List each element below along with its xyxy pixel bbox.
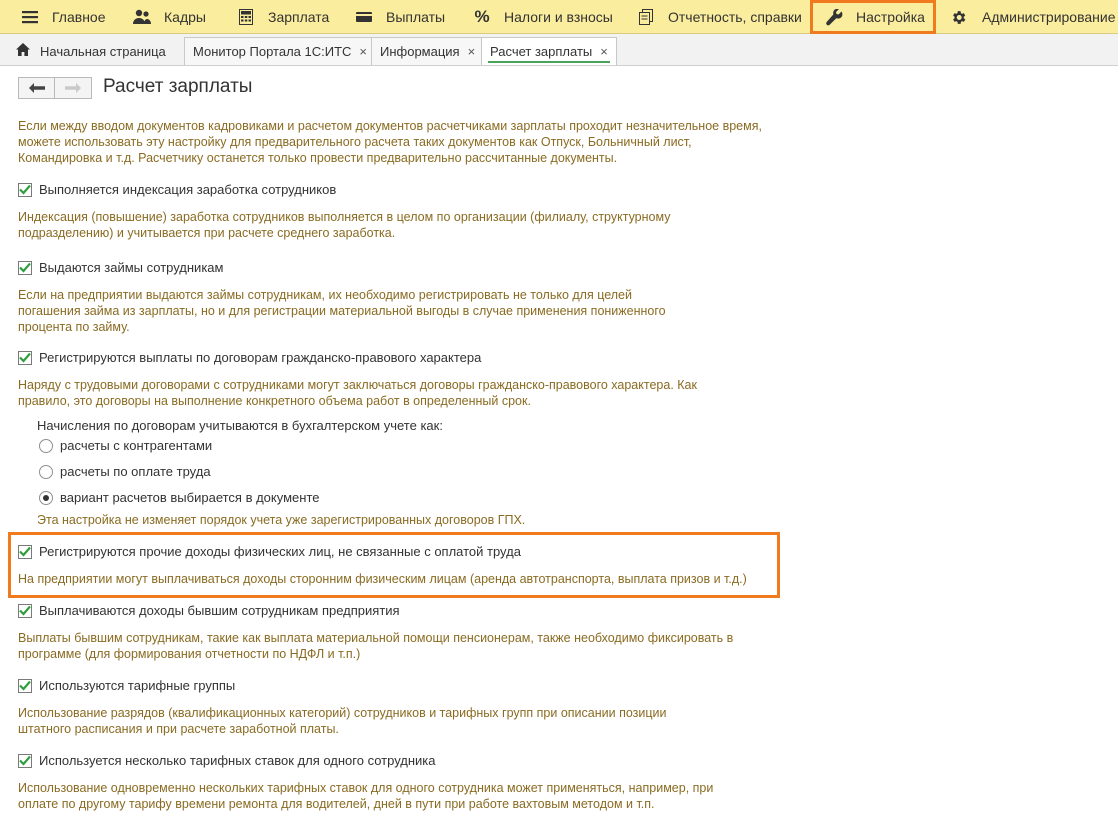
setting-description: Использование разрядов (квалификационных… [18,706,667,736]
checkbox[interactable] [18,603,32,618]
radio-label: расчеты по оплате труда [60,464,211,479]
checkbox[interactable] [18,182,32,197]
arrow-left-icon [28,81,45,96]
setting-label: Регистрируются прочие доходы физических … [39,544,521,559]
radio-label: вариант расчетов выбирается в документе [60,490,320,505]
setting-label: Выполняется индексация заработка сотрудн… [39,182,337,197]
forward-button[interactable] [55,77,92,99]
gph-accounting-label: Начисления по договорам учитываются в бу… [37,418,443,433]
tab-label: Монитор Портала 1С:ИТС [193,44,352,59]
radio-button[interactable] [39,464,53,479]
tab-portal-monitor[interactable]: Монитор Портала 1С:ИТС × [184,37,377,65]
menu-item-label: Налоги и взносы [504,9,613,25]
menu-item-settings[interactable]: Настройка [810,0,936,34]
checkbox[interactable] [18,350,32,365]
setting-label: Регистрируются выплаты по договорам граж… [39,350,482,365]
menu-item-label: Кадры [164,9,206,25]
radio-option-contractors[interactable]: расчеты с контрагентами [39,438,212,453]
setting-multiple-rates[interactable]: Используется несколько тарифных ставок д… [18,753,436,768]
wallet-icon [354,7,374,27]
menu-item-label: Администрирование [982,9,1116,25]
intro-description: Если между вводом документов кадровиками… [18,119,762,165]
menu-item-label: Настройка [856,9,925,25]
people-icon [132,7,152,27]
arrow-right-icon [65,81,81,96]
setting-description: Индексация (повышение) заработка сотрудн… [18,210,671,240]
checkbox[interactable] [18,678,32,693]
menu-item-main[interactable]: Главное [20,0,106,34]
radio-option-labor[interactable]: расчеты по оплате труда [39,464,211,479]
setting-former-employees[interactable]: Выплачиваются доходы бывшим сотрудникам … [18,603,400,618]
tab-payroll-calculation[interactable]: Расчет зарплаты × [481,37,617,65]
menu-item-payments[interactable]: Выплаты [354,0,445,34]
setting-description: Наряду с трудовыми договорами с сотрудни… [18,378,697,408]
menu-item-label: Выплаты [386,9,446,25]
setting-indexation[interactable]: Выполняется индексация заработка сотрудн… [18,182,336,197]
checkbox[interactable] [18,544,32,559]
radio-button-selected[interactable] [39,490,53,505]
radio-button[interactable] [39,438,53,453]
close-icon[interactable]: × [468,44,476,59]
back-button[interactable] [18,77,55,99]
tab-information[interactable]: Информация × [371,37,485,65]
menu-item-taxes[interactable]: % Налоги и взносы [472,0,613,34]
setting-description: На предприятии могут выплачиваться доход… [18,572,747,586]
menu-item-label: Главное [52,9,106,25]
tab-strip: Начальная страница Монитор Портала 1С:ИТ… [0,34,1118,66]
checkbox[interactable] [18,260,32,275]
menu-item-administration[interactable]: Администрирование [948,0,1116,34]
menu-item-reports[interactable]: Отчетность, справки [636,0,802,34]
menu-item-hr[interactable]: Кадры [132,0,206,34]
navigation-buttons [18,77,92,99]
setting-description: Выплаты бывшим сотрудникам, такие как вы… [18,631,734,661]
reports-icon [636,7,656,27]
setting-description: Если на предприятии выдаются займы сотру… [18,288,666,334]
menu-item-label: Отчетность, справки [668,9,802,25]
setting-gph-payments[interactable]: Регистрируются выплаты по договорам граж… [18,350,481,365]
tab-label: Расчет зарплаты [490,44,593,59]
gear-icon [948,7,968,27]
setting-tariff-groups[interactable]: Используются тарифные группы [18,678,235,693]
tab-home[interactable]: Начальная страница [0,37,174,65]
setting-label: Используется несколько тарифных ставок д… [39,753,436,768]
setting-label: Выплачиваются доходы бывшим сотрудникам … [39,603,400,618]
tab-label: Информация [380,44,460,59]
close-icon[interactable]: × [359,44,367,59]
menu-item-label: Зарплата [268,9,330,25]
hamburger-icon [20,7,40,27]
radio-dot [43,494,49,501]
percent-icon: % [474,7,490,26]
setting-label: Используются тарифные группы [39,678,236,693]
settings-form: Расчет зарплаты Если между вводом докуме… [0,66,1118,818]
gph-note: Эта настройка не изменяет порядок учета … [37,513,526,527]
main-menu-bar: Главное Кадры Зарплата Выплаты % Налоги … [0,0,1118,34]
wrench-icon [824,7,844,27]
page-title: Расчет зарплаты [103,76,253,97]
calculator-icon [236,7,256,27]
tab-label: Начальная страница [40,43,166,59]
highlight-frame [8,532,780,598]
setting-description: Использование одновременно нескольких та… [18,781,714,811]
radio-option-in-document[interactable]: вариант расчетов выбирается в документе [39,490,319,505]
setting-other-income[interactable]: Регистрируются прочие доходы физических … [18,544,521,559]
radio-label: расчеты с контрагентами [60,438,213,453]
setting-loans[interactable]: Выдаются займы сотрудникам [18,260,223,275]
setting-label: Выдаются займы сотрудникам [39,260,224,275]
menu-item-salary[interactable]: Зарплата [236,0,329,34]
checkbox[interactable] [18,753,32,768]
home-icon [16,43,30,59]
close-icon[interactable]: × [600,44,608,59]
